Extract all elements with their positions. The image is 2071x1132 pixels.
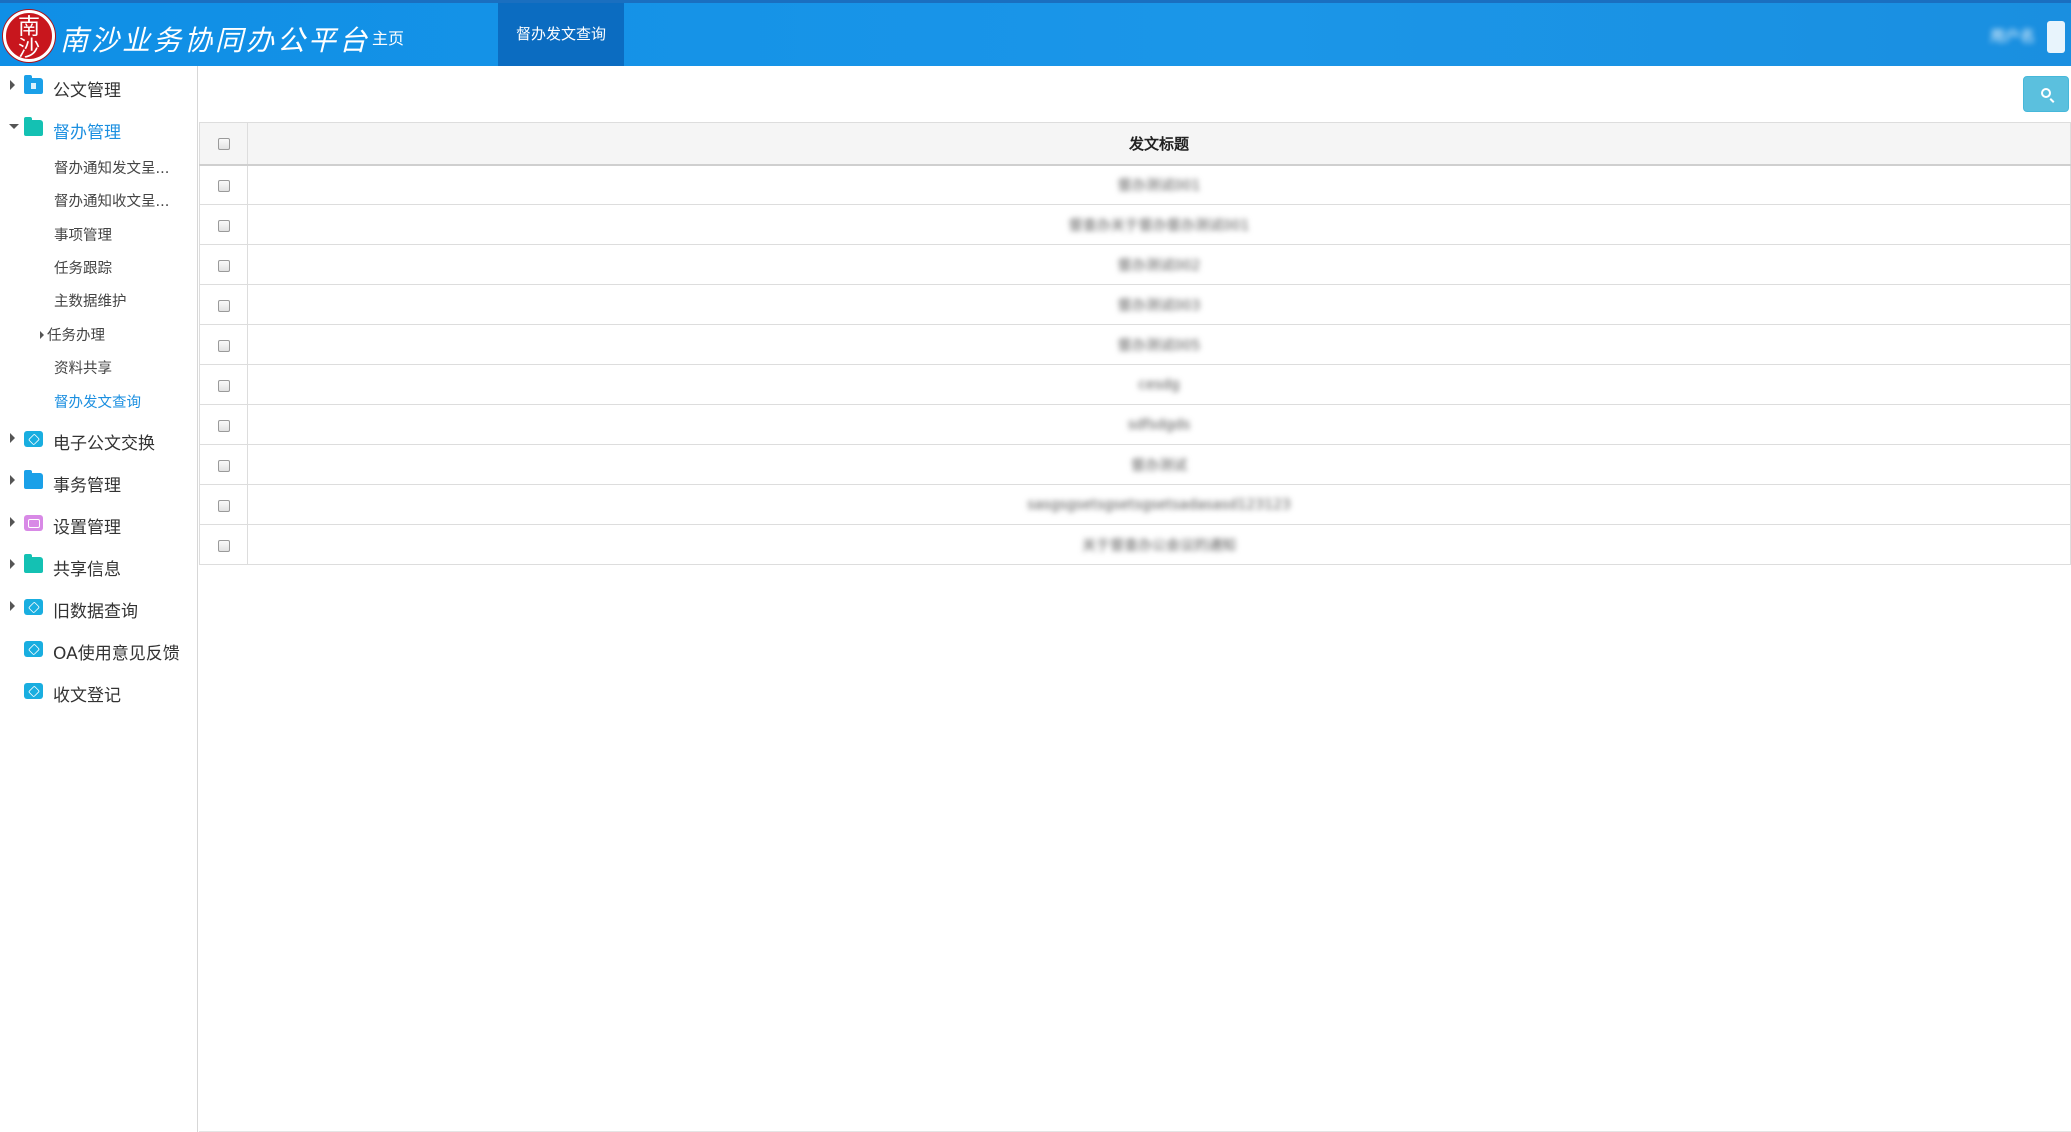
row-title[interactable]: 督办测试001 (1118, 178, 1201, 194)
cube-icon (24, 641, 43, 657)
row-title[interactable]: 督办测试005 (1118, 338, 1201, 354)
search-icon (2041, 88, 2051, 98)
row-checkbox[interactable] (217, 499, 230, 512)
folder-icon (24, 554, 43, 573)
cube-icon (24, 683, 43, 699)
select-all-cell (199, 122, 248, 165)
sidebar-item-incoming-registration[interactable]: 收文登记 (0, 676, 197, 706)
sidebar-item-label: 事务管理 (53, 476, 121, 496)
caret-right-icon[interactable] (10, 517, 15, 527)
row-title[interactable]: cesdg (1138, 377, 1179, 393)
row-checkbox[interactable] (217, 339, 230, 352)
table-row[interactable]: 督办测试 (199, 444, 2071, 485)
table-row[interactable]: sdfsdgds (199, 404, 2071, 445)
search-button[interactable] (2023, 76, 2069, 112)
folder-icon (24, 470, 43, 489)
sidebar-item-supervision-management[interactable]: 督办管理 (0, 113, 197, 143)
app-title: 南沙业务协同办公平台 (60, 24, 371, 57)
caret-down-icon[interactable] (9, 124, 19, 129)
folder-icon (24, 75, 43, 94)
caret-right-icon[interactable] (10, 433, 15, 443)
sidebar-subitem-supervision-dispatch-submit[interactable]: 督办通知发文呈... (54, 157, 169, 178)
table-row[interactable]: cesdg (199, 364, 2071, 405)
table-row[interactable]: 督办测试001 (199, 164, 2071, 205)
sidebar-subitem-supervision-receive-submit[interactable]: 督办通知收文呈... (54, 190, 169, 211)
row-checkbox[interactable] (217, 299, 230, 312)
table-row[interactable]: 督办测试005 (199, 324, 2071, 365)
user-menu[interactable]: 用户名 (1955, 21, 2065, 53)
row-checkbox[interactable] (217, 219, 230, 232)
logo-char-2: 沙 (17, 37, 40, 62)
row-checkbox[interactable] (217, 459, 230, 472)
table-row[interactable]: 督办测试003 (199, 284, 2071, 325)
caret-right-icon[interactable] (10, 601, 15, 611)
row-checkbox[interactable] (217, 379, 230, 392)
row-title[interactable]: 督办测试003 (1118, 298, 1201, 314)
sidebar-subitem-task-handling[interactable]: 任务办理 (40, 324, 105, 345)
logo-char-1: 南 (17, 15, 40, 40)
row-checkbox[interactable] (217, 539, 230, 552)
row-title[interactable]: 督查办关于督办督办测试001 (1069, 218, 1250, 234)
sidebar-item-label: OA使用意见反馈 (53, 644, 180, 664)
row-title[interactable]: sasgsgsetsgsetsgsetsadasasd123123 (1027, 497, 1291, 513)
sidebar-item-label: 公文管理 (53, 81, 121, 101)
row-title[interactable]: 督办测试 (1131, 458, 1187, 474)
sidebar-item-label: 设置管理 (53, 518, 121, 538)
user-avatar[interactable] (2047, 21, 2065, 53)
sidebar-item-label: 旧数据查询 (53, 602, 138, 622)
sidebar-item-document-management[interactable]: 公文管理 (0, 71, 197, 101)
sidebar-item-oa-feedback[interactable]: OA使用意见反馈 (0, 634, 197, 664)
row-title[interactable]: 关于督查办公会议的通知 (1082, 538, 1236, 554)
sidebar-item-shared-information[interactable]: 共享信息 (0, 550, 197, 580)
sidebar-item-affairs-management[interactable]: 事务管理 (0, 466, 197, 496)
column-header-title[interactable]: 发文标题 (247, 122, 2071, 165)
sidebar-item-label: 督办管理 (53, 123, 121, 143)
sidebar-item-label: 收文登记 (53, 686, 121, 706)
sidebar-item-electronic-document-exchange[interactable]: 电子公文交换 (0, 424, 197, 454)
row-title[interactable]: sdfsdgds (1128, 417, 1190, 433)
sidebar-item-label: 电子公文交换 (53, 434, 155, 454)
cube-icon (24, 599, 43, 615)
table-row[interactable]: sasgsgsetsgsetsgsetsadasasd123123 (199, 484, 2071, 525)
row-title[interactable]: 督办测试002 (1118, 258, 1201, 274)
row-checkbox[interactable] (217, 179, 230, 192)
caret-right-icon[interactable] (10, 80, 15, 90)
top-header: 南 沙 南沙业务协同办公平台 主页 督办发文查询 用户名 (0, 0, 2071, 66)
sidebar-item-legacy-data-query[interactable]: 旧数据查询 (0, 592, 197, 622)
sidebar: 公文管理 督办管理 督办通知发文呈... 督办通知收文呈... 事项管理 任务跟… (0, 66, 198, 1132)
tab-supervision-dispatch-query[interactable]: 督办发文查询 (498, 3, 624, 66)
sidebar-item-settings-management[interactable]: 设置管理 (0, 508, 197, 538)
sidebar-subitem-supervision-dispatch-query[interactable]: 督办发文查询 (54, 391, 141, 412)
sidebar-subitem-master-data[interactable]: 主数据维护 (54, 290, 127, 311)
table-row[interactable]: 关于督查办公会议的通知 (199, 524, 2071, 565)
select-all-checkbox[interactable] (217, 137, 230, 150)
logo-seal: 南 沙 (3, 10, 55, 62)
user-name[interactable]: 用户名 (1990, 25, 2035, 46)
sidebar-subitem-resource-sharing[interactable]: 资料共享 (54, 357, 112, 378)
table-row[interactable]: 督查办关于督办督办测试001 (199, 204, 2071, 245)
row-checkbox[interactable] (217, 419, 230, 432)
main-content: 发文标题 督办测试001 督查办关于督办督办测试001 督办测试002 督办测试… (199, 66, 2071, 1132)
settings-icon (24, 515, 43, 531)
sidebar-subitem-label: 任务办理 (47, 328, 105, 344)
caret-right-icon[interactable] (10, 475, 15, 485)
nav-home-link[interactable]: 主页 (372, 25, 404, 49)
table-row[interactable]: 督办测试002 (199, 244, 2071, 285)
dispatch-table: 发文标题 督办测试001 督查办关于督办督办测试001 督办测试002 督办测试… (199, 122, 2071, 565)
caret-right-icon[interactable] (40, 331, 44, 339)
cube-icon (24, 431, 43, 447)
sidebar-subitem-task-tracking[interactable]: 任务跟踪 (54, 257, 112, 278)
folder-icon (24, 117, 43, 136)
row-checkbox[interactable] (217, 259, 230, 272)
sidebar-item-label: 共享信息 (53, 560, 121, 580)
sidebar-subitem-matter-management[interactable]: 事项管理 (54, 224, 112, 245)
table-header-row: 发文标题 (199, 122, 2071, 165)
caret-right-icon[interactable] (10, 559, 15, 569)
